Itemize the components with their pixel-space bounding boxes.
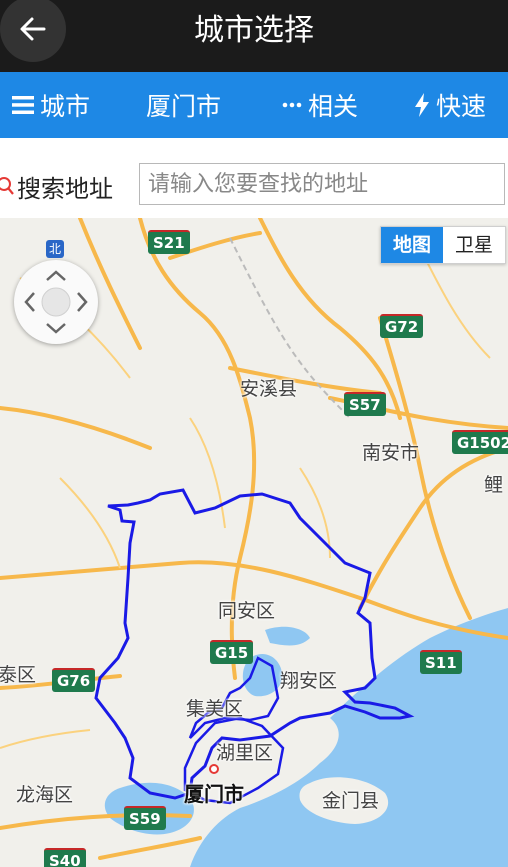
place-label-tongan: 同安区 [218, 600, 276, 622]
title-bar: 城市选择 [0, 0, 508, 72]
highway-shield: G72 [380, 314, 424, 338]
place-label-changtai: 泰区 [0, 664, 37, 686]
highway-shield: S21 [148, 230, 190, 254]
search-label-group: 搜索地址 [0, 166, 113, 206]
place-label-nanan: 南安市 [362, 442, 420, 464]
highway-shield: S59 [124, 806, 166, 830]
chevron-right-icon [77, 292, 88, 312]
place-label-anxi: 安溪县 [240, 378, 298, 400]
place-label-xiamen: 厦门市 [184, 782, 244, 806]
quick-label: 快速 [436, 92, 487, 121]
quick-button[interactable]: 快速 [414, 72, 486, 138]
lightning-icon [414, 93, 430, 117]
place-label-li: 鲤 [484, 474, 504, 496]
chevron-left-icon [24, 292, 35, 312]
related-label: 相关 [308, 92, 359, 121]
current-city-label: 厦门市 [146, 92, 222, 121]
highway-shield: S40 [44, 848, 86, 867]
pan-control[interactable] [14, 260, 98, 344]
chevron-down-icon [46, 323, 66, 334]
more-dots-icon [282, 101, 302, 109]
harbour-area [265, 626, 310, 646]
place-label-longhai: 龙海区 [16, 784, 74, 806]
city-menu-button[interactable]: 城市 [12, 72, 90, 138]
menu-icon [12, 95, 34, 115]
place-label-xiangan: 翔安区 [280, 670, 338, 692]
highway-shield: S57 [344, 392, 386, 416]
related-button[interactable]: 相关 [282, 72, 358, 138]
map-view[interactable]: 安溪县 南安市 鲤 同安区 翔安区 集美区 湖里区 厦门市 金门县 龙海区 泰区… [0, 218, 508, 867]
highway-shield: S11 [420, 650, 462, 674]
highway-shield: G76 [52, 668, 96, 692]
highway-shield: G15 [210, 640, 254, 664]
map-type-toggle: 地图 卫星 [380, 226, 506, 264]
chevron-up-icon [46, 270, 66, 281]
current-city[interactable]: 厦门市 [146, 72, 221, 138]
highway-shield: G1502 [452, 430, 508, 454]
place-label-huli: 湖里区 [216, 742, 274, 764]
search-icon [0, 176, 14, 196]
search-row: 搜索地址 [0, 138, 508, 218]
place-label-jinmen: 金门县 [322, 790, 380, 812]
nav-bar: 城市 厦门市 相关 快速 [0, 72, 508, 138]
page-title: 城市选择 [194, 13, 314, 48]
map-type-satellite-button[interactable]: 卫星 [443, 227, 505, 263]
search-label: 搜索地址 [17, 174, 113, 203]
city-menu-label: 城市 [40, 92, 91, 121]
city-marker [209, 764, 219, 774]
map-type-map-button[interactable]: 地图 [381, 227, 443, 263]
place-label-jimei: 集美区 [186, 698, 244, 720]
compass-icon: 北 [46, 240, 64, 258]
search-input[interactable] [139, 163, 505, 205]
